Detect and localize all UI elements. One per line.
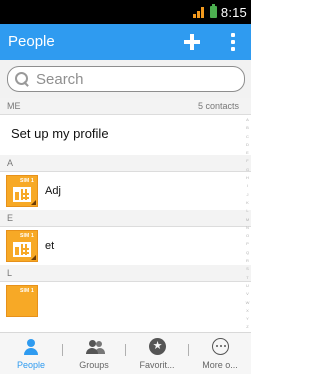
index-letter[interactable]: V <box>244 290 251 298</box>
index-letter[interactable]: C <box>244 133 251 141</box>
more-icon <box>210 338 230 356</box>
bottom-tab-bar: People Groups ★ Favorit... More o... <box>0 332 251 374</box>
index-letter[interactable]: Z <box>244 323 251 331</box>
index-letter[interactable]: P <box>244 240 251 248</box>
signal-icon <box>192 6 206 18</box>
index-letter[interactable]: M <box>244 216 251 224</box>
search-placeholder: Search <box>36 70 84 88</box>
tab-label: Favorit... <box>139 360 175 370</box>
section-letter: L <box>7 268 13 278</box>
index-letter[interactable]: K <box>244 199 251 207</box>
contact-list[interactable]: ME 5 contacts Set up my profile A SIM 1 … <box>0 98 251 332</box>
alphabet-index-scroller[interactable]: ABCDEFGHIJKLMNOPQRSTUVWXYZ# <box>244 116 251 338</box>
sim-tag: SIM 1 <box>19 178 34 184</box>
index-letter[interactable]: S <box>244 265 251 273</box>
index-letter[interactable]: T <box>244 274 251 282</box>
index-letter[interactable]: I <box>244 182 251 190</box>
list-item[interactable]: SIM 1 Adj <box>0 172 251 210</box>
sim-tag: SIM 1 <box>19 288 34 294</box>
section-header-a: A <box>0 155 251 172</box>
index-letter[interactable]: O <box>244 232 251 240</box>
index-letter[interactable]: J <box>244 191 251 199</box>
tab-favorites[interactable]: ★ Favorit... <box>126 333 188 374</box>
tab-label: People <box>16 360 46 370</box>
star-icon: ★ <box>147 338 167 356</box>
index-letter[interactable]: W <box>244 299 251 307</box>
section-header-me: ME 5 contacts <box>0 98 251 115</box>
setup-profile-row[interactable]: Set up my profile <box>0 115 251 155</box>
quick-contact-corner <box>31 200 36 205</box>
tab-label: More o... <box>202 360 238 370</box>
contact-card-icon <box>13 242 31 257</box>
sim-contact-avatar[interactable]: SIM 1 <box>6 285 38 317</box>
index-letter[interactable]: H <box>244 174 251 182</box>
status-icons: 8:15 <box>192 4 247 20</box>
status-time: 8:15 <box>220 4 247 20</box>
section-header-l: L <box>0 265 251 282</box>
index-letter[interactable]: F <box>244 157 251 165</box>
index-letter[interactable]: Y <box>244 315 251 323</box>
index-letter[interactable]: L <box>244 207 251 215</box>
index-letter[interactable]: B <box>244 124 251 132</box>
status-bar: 8:15 <box>0 0 251 24</box>
tab-groups[interactable]: Groups <box>63 333 125 374</box>
list-item[interactable]: SIM 1 et <box>0 227 251 265</box>
tab-label: Groups <box>79 360 109 370</box>
tab-people[interactable]: People <box>0 333 62 374</box>
section-letter: ME <box>7 101 21 111</box>
contact-name: et <box>45 240 55 252</box>
section-header-e: E <box>0 210 251 227</box>
contact-name: Adj <box>45 185 61 197</box>
index-letter[interactable]: Q <box>244 249 251 257</box>
page-title: People <box>8 33 55 50</box>
index-letter[interactable]: N <box>244 224 251 232</box>
groups-icon <box>84 338 105 356</box>
section-letter: A <box>7 158 14 168</box>
search-area: Search <box>0 60 251 98</box>
contact-count: 5 contacts <box>197 101 239 111</box>
index-letter[interactable]: D <box>244 141 251 149</box>
contact-card-icon <box>13 187 31 202</box>
index-letter[interactable]: R <box>244 257 251 265</box>
sim-contact-avatar[interactable]: SIM 1 <box>6 175 38 207</box>
section-letter: E <box>7 213 14 223</box>
search-icon <box>15 72 29 86</box>
tab-more-options[interactable]: More o... <box>189 333 251 374</box>
battery-icon <box>209 4 217 18</box>
index-letter[interactable]: G <box>244 166 251 174</box>
index-letter[interactable]: A <box>244 116 251 124</box>
person-icon <box>21 338 41 356</box>
sim-tag: SIM 1 <box>19 233 34 239</box>
add-contact-button[interactable] <box>178 28 206 56</box>
sim-contact-avatar[interactable]: SIM 1 <box>6 230 38 262</box>
overflow-menu-button[interactable] <box>226 30 240 54</box>
index-letter[interactable]: U <box>244 282 251 290</box>
list-item[interactable]: SIM 1 <box>0 282 251 320</box>
action-bar: People <box>0 24 251 60</box>
quick-contact-corner <box>31 255 36 260</box>
setup-profile-label: Set up my profile <box>11 126 109 141</box>
search-input[interactable]: Search <box>7 66 245 92</box>
index-letter[interactable]: X <box>244 307 251 315</box>
index-letter[interactable]: E <box>244 149 251 157</box>
